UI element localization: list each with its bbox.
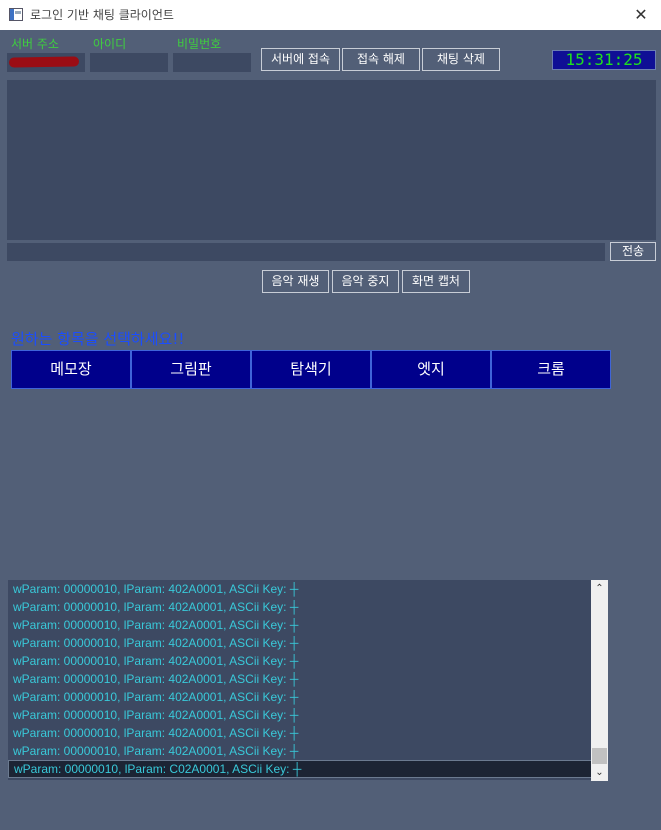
- list-item[interactable]: wParam: 00000010, lParam: 402A0001, ASCi…: [8, 616, 608, 634]
- list-item-selected[interactable]: wParam: 00000010, lParam: C02A0001, ASCi…: [8, 760, 608, 778]
- user-id-field[interactable]: [90, 53, 168, 72]
- list-item[interactable]: wParam: 00000010, lParam: 402A0001, ASCi…: [8, 580, 608, 598]
- scroll-up-icon[interactable]: ⌃: [591, 580, 608, 597]
- launch-notepad-button[interactable]: 메모장: [11, 350, 131, 389]
- list-item[interactable]: wParam: 00000010, lParam: 402A0001, ASCi…: [8, 598, 608, 616]
- scroll-thumb[interactable]: [592, 748, 607, 764]
- user-id-label: 아이디: [93, 37, 127, 51]
- key-log-list[interactable]: wParam: 00000010, lParam: 402A0001, ASCi…: [8, 580, 608, 780]
- screen-capture-button[interactable]: 화면 캡처: [402, 270, 470, 293]
- launch-edge-button[interactable]: 엣지: [371, 350, 491, 389]
- launcher-prompt: 원하는 항목을 선택하세요!!: [11, 330, 185, 348]
- log-scrollbar[interactable]: ⌃ ⌄: [591, 580, 608, 781]
- list-item[interactable]: wParam: 00000010, lParam: 402A0001, ASCi…: [8, 652, 608, 670]
- scroll-down-icon[interactable]: ⌄: [591, 764, 608, 781]
- app-launcher-bar: 메모장 그림판 탐색기 엣지 크롬: [11, 350, 611, 389]
- close-button[interactable]: ✕: [621, 0, 661, 30]
- connect-server-button[interactable]: 서버에 접속: [261, 48, 340, 71]
- window-title: 로그인 기반 채팅 클라이언트: [30, 8, 174, 22]
- launch-explorer-button[interactable]: 탐색기: [251, 350, 371, 389]
- clock-display: 15:31:25: [552, 50, 656, 70]
- title-bar: 로그인 기반 채팅 클라이언트 ✕: [0, 0, 661, 30]
- list-item[interactable]: wParam: 00000010, lParam: 402A0001, ASCi…: [8, 670, 608, 688]
- list-item[interactable]: wParam: 00000010, lParam: 402A0001, ASCi…: [8, 706, 608, 724]
- app-window-icon: [9, 8, 23, 21]
- list-item[interactable]: wParam: 00000010, lParam: 402A0001, ASCi…: [8, 634, 608, 652]
- redaction-mark: [8, 56, 80, 68]
- password-field[interactable]: [173, 53, 251, 72]
- list-item[interactable]: wParam: 00000010, lParam: 402A0001, ASCi…: [8, 724, 608, 742]
- chat-display[interactable]: [7, 80, 656, 240]
- clear-chat-button[interactable]: 채팅 삭제: [422, 48, 500, 71]
- stop-music-button[interactable]: 음악 중지: [332, 270, 399, 293]
- disconnect-button[interactable]: 접속 해제: [342, 48, 420, 71]
- play-music-button[interactable]: 음악 재생: [262, 270, 329, 293]
- server-address-label: 서버 주소: [11, 37, 59, 51]
- password-label: 비밀번호: [177, 37, 222, 51]
- list-item[interactable]: wParam: 00000010, lParam: 402A0001, ASCi…: [8, 742, 608, 760]
- list-item[interactable]: wParam: 00000010, lParam: 402A0001, ASCi…: [8, 688, 608, 706]
- launch-paint-button[interactable]: 그림판: [131, 350, 251, 389]
- launch-chrome-button[interactable]: 크롬: [491, 350, 611, 389]
- message-input[interactable]: [7, 243, 605, 261]
- send-button[interactable]: 전송: [610, 242, 656, 261]
